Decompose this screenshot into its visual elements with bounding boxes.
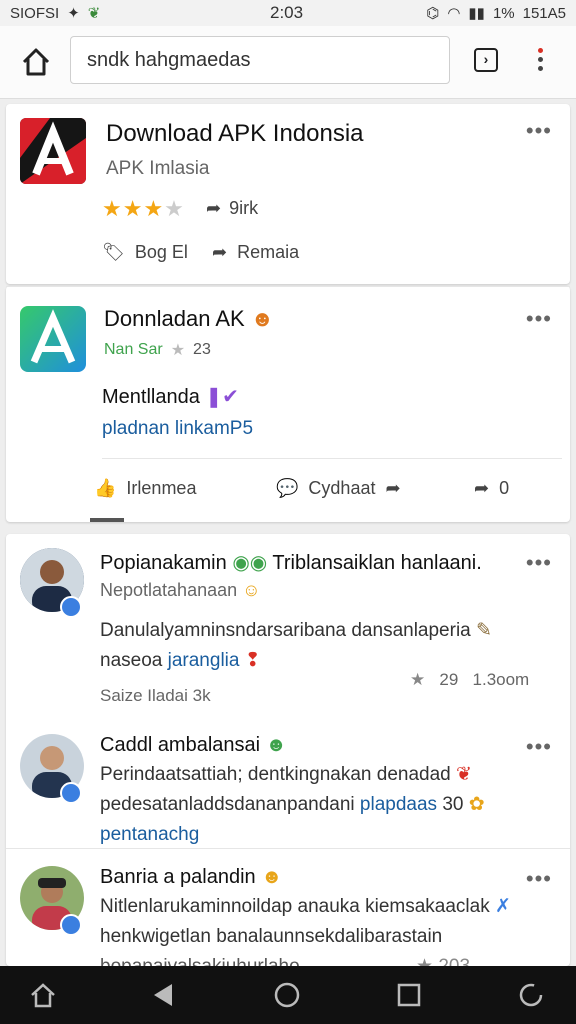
tabs-button[interactable]: › (474, 48, 498, 72)
rating-stars: ★★★★ (102, 196, 185, 221)
leaf-icon: ❦ (87, 5, 101, 22)
app-title[interactable]: Donnladan AK ☻ (104, 306, 274, 332)
verified-badge-icon (60, 914, 82, 936)
post-body: Perindaatsattiah; dentkingnakan denadad … (100, 760, 560, 850)
divider (102, 458, 562, 459)
status-bar: SIOFSI ✦ ❦ 2:03 ⌬ ◠ ▮▮ 1% 151A5 (0, 0, 576, 26)
wifi-icon: ◠ (447, 5, 461, 22)
post-author[interactable]: Popianakamin ◉◉ Triblansaiklan hanlaani. (100, 550, 482, 575)
share-icon: ➦ (212, 242, 228, 262)
emoji-icon: ◉◉ (232, 552, 268, 574)
battery-text: 1% (492, 4, 515, 22)
post-footer: Saize Iladai 3k (100, 686, 211, 705)
share-button[interactable]: ➦ 0 (474, 478, 509, 499)
browser-toolbar: sndk hahgmaedas › (0, 26, 576, 99)
square-icon[interactable] (394, 980, 424, 1010)
share-count: ➦ 9irk (206, 198, 259, 218)
post-author[interactable]: Banria a palandin ☻ (100, 866, 282, 889)
emoji-icon: ☻ (261, 866, 283, 888)
recents-circle-icon[interactable] (272, 980, 302, 1010)
app-meta: Nan Sar ★ 23 (104, 341, 211, 359)
signal-icon: ▮▮ (468, 5, 485, 22)
action-tag[interactable]: 🏷 Bog El (102, 242, 188, 263)
home-icon[interactable] (28, 980, 58, 1010)
more-options-icon[interactable]: ••• (526, 866, 552, 892)
verified-icon: ❚✔ (205, 386, 239, 408)
notification-icon: ✦ (67, 5, 80, 22)
share-icon: ➦ (206, 198, 222, 218)
like-button[interactable]: 👍 Irlenmea (94, 478, 196, 499)
app-logo-green-a (20, 306, 86, 372)
app-description: Mentllanda ❚✔ (102, 386, 239, 408)
app-subtitle: APK Imlasia (106, 158, 210, 179)
post-stats: ★ 29 1.3oom (410, 670, 530, 689)
status-right-text: 151A5 (522, 4, 566, 22)
more-options-icon[interactable]: ••• (526, 118, 552, 144)
cast-icon: ⌬ (426, 5, 440, 22)
share-arrow-icon: ➦ (385, 478, 401, 498)
post-subtitle: Nepotlatahanaan ☺ (100, 580, 261, 600)
divider (6, 848, 570, 849)
rotate-icon[interactable] (516, 980, 546, 1010)
hashtag-link[interactable]: pentanachg (100, 820, 560, 850)
overflow-menu-icon[interactable] (532, 44, 548, 78)
system-nav-bar (0, 966, 576, 1024)
app-link[interactable]: pladnan linkamP5 (102, 418, 253, 440)
action-share[interactable]: ➦ Remaia (212, 242, 299, 263)
hashtag-link[interactable]: plapdaas (360, 794, 437, 815)
url-input[interactable]: sndk hahgmaedas (70, 36, 450, 84)
active-indicator (90, 518, 124, 522)
more-options-icon[interactable]: ••• (526, 306, 552, 332)
clock: 2:03 (270, 3, 304, 22)
app-title[interactable]: Download APK Indonsia (106, 120, 364, 148)
app-card-1[interactable]: Download APK Indonsia APK Imlasia ••• ★★… (6, 104, 570, 284)
share-icon: ➦ (474, 478, 490, 498)
post-author[interactable]: Caddl ambalansai ☻ (100, 734, 287, 757)
home-icon[interactable] (18, 44, 54, 80)
app-logo-red-a (20, 118, 86, 184)
hashtag-link[interactable]: jaranglia (168, 650, 240, 671)
emoji-icon: ☻ (265, 734, 287, 756)
more-options-icon[interactable]: ••• (526, 734, 552, 760)
comment-icon: 💬 (276, 478, 299, 498)
post-body: Danulalyamninsndarsaribana dansanlaperia… (100, 620, 492, 671)
verified-badge-icon (60, 782, 82, 804)
back-icon[interactable] (148, 980, 178, 1010)
tag-icon: 🏷 (102, 242, 125, 262)
verified-badge-icon (60, 596, 82, 618)
comment-button[interactable]: 💬 Cydhaat ➦ (276, 478, 401, 499)
thumbs-up-icon: 👍 (94, 478, 117, 498)
app-card-2[interactable]: Donnladan AK ☻ ••• Nan Sar ★ 23 Mentllan… (6, 286, 570, 522)
more-options-icon[interactable]: ••• (526, 550, 552, 576)
emoji-icon: ☻ (250, 306, 274, 331)
feed-card: Popianakamin ◉◉ Triblansaiklan hanlaani.… (6, 534, 570, 977)
divider (6, 286, 570, 287)
carrier-text: SIOFSI (10, 4, 60, 22)
